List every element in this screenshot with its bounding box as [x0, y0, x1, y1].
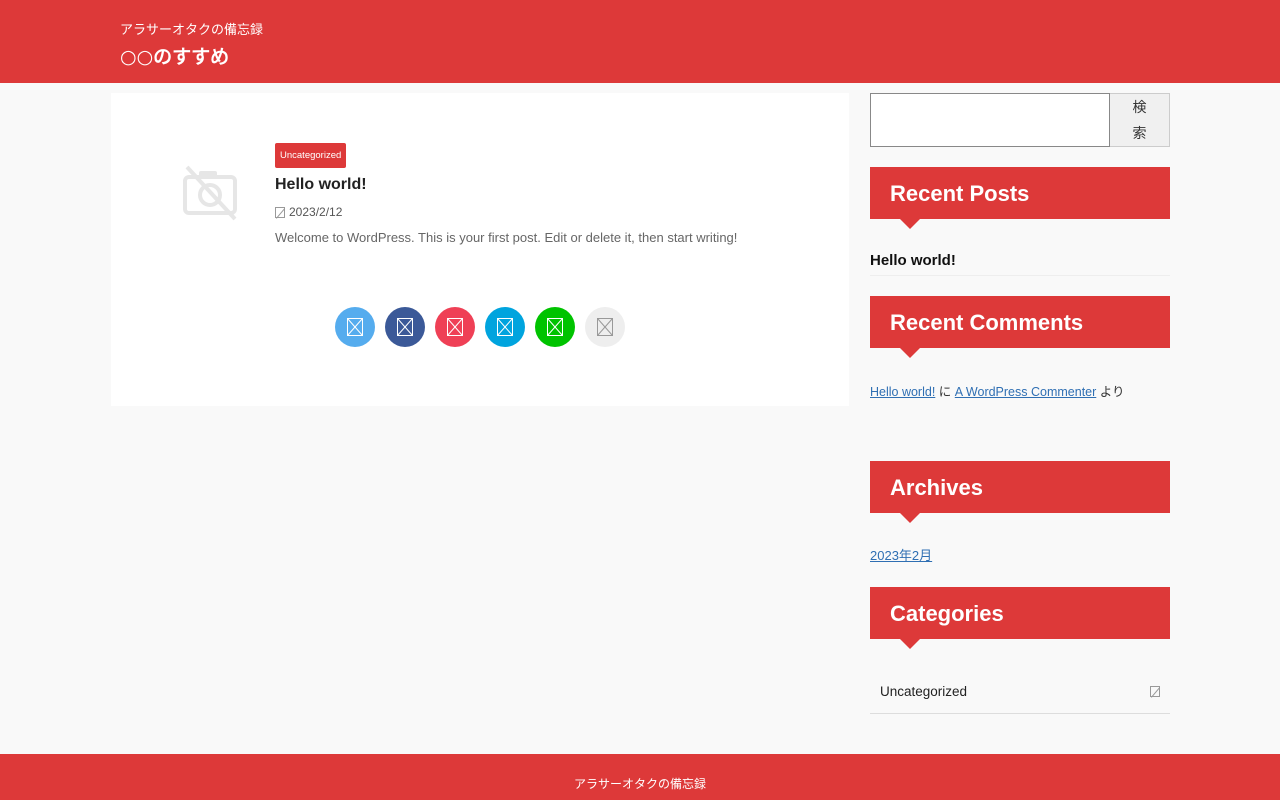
archives-heading: Archives: [870, 461, 1170, 523]
share-pocket-button[interactable]: [435, 307, 475, 347]
site-description: アラサーオタクの備忘録: [120, 23, 264, 38]
archive-link[interactable]: 2023年2月: [870, 545, 932, 564]
hatena-icon: [497, 318, 513, 336]
search-button[interactable]: 検索: [1110, 93, 1170, 147]
comment-post-link[interactable]: Hello world!: [870, 385, 935, 399]
comment-suffix: より: [1099, 385, 1125, 399]
twitter-icon: [347, 318, 363, 336]
pocket-icon: [447, 318, 463, 336]
search-form: 検索: [870, 93, 1170, 147]
site-title-link[interactable]: ○○のすすめ: [120, 42, 229, 69]
post-date-text: 2023/2/12: [289, 205, 343, 219]
no-image-icon[interactable]: [181, 163, 239, 221]
post-date: 2023/2/12: [275, 205, 342, 219]
recent-comments-heading: Recent Comments: [870, 296, 1170, 358]
recent-comment-item: Hello world! に A WordPress Commenter より: [870, 381, 1125, 400]
share-buttons: [335, 307, 625, 347]
category-item[interactable]: Uncategorized: [870, 670, 1170, 714]
search-input[interactable]: [870, 93, 1110, 147]
clock-icon: [275, 206, 285, 218]
post-title-link[interactable]: Hello world!: [275, 176, 367, 194]
categories-heading: Categories: [870, 587, 1170, 649]
recent-posts-heading: Recent Posts: [870, 167, 1170, 229]
footer-site-name: アラサーオタクの備忘録: [573, 777, 706, 791]
category-item-label: Uncategorized: [880, 684, 968, 699]
comment-author-link[interactable]: A WordPress Commenter: [955, 385, 1096, 399]
share-facebook-button[interactable]: [385, 307, 425, 347]
post-card: Uncategorized Hello world! 2023/2/12 Wel…: [111, 93, 849, 406]
share-line-button[interactable]: [535, 307, 575, 347]
site-header: アラサーオタクの備忘録 ○○のすすめ: [0, 0, 1280, 83]
category-badge[interactable]: Uncategorized: [275, 143, 347, 168]
copy-icon: [597, 318, 613, 336]
recent-post-link[interactable]: Hello world!: [870, 252, 1170, 276]
site-footer: アラサーオタクの備忘録: [0, 754, 1280, 800]
post-excerpt: Welcome to WordPress. This is your first…: [275, 230, 738, 245]
line-icon: [547, 318, 563, 336]
share-hatena-button[interactable]: [485, 307, 525, 347]
chevron-right-icon: [1150, 686, 1160, 697]
comment-connector: に: [938, 385, 952, 399]
copy-link-button[interactable]: [585, 307, 625, 347]
facebook-icon: [397, 318, 413, 336]
share-twitter-button[interactable]: [335, 307, 375, 347]
